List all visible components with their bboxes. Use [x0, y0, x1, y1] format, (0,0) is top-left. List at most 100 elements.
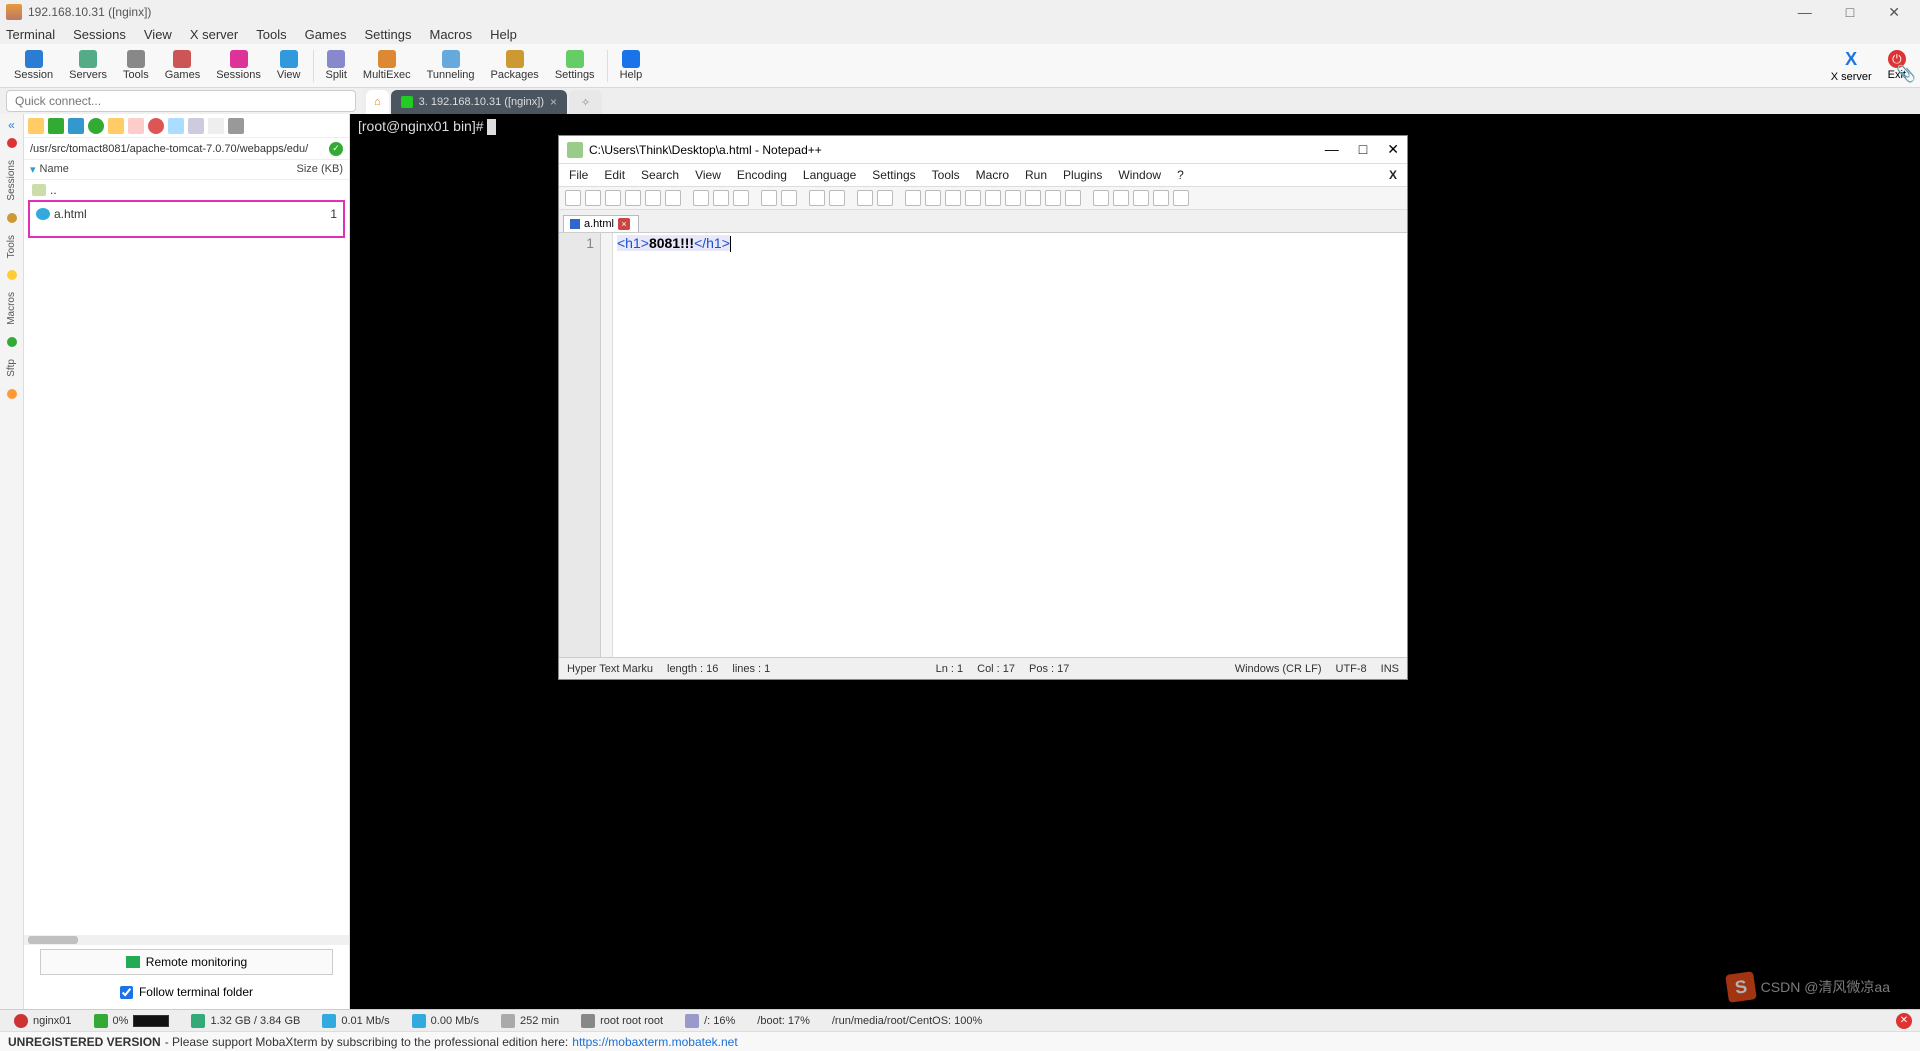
status-close-button[interactable]: ✕: [1896, 1013, 1912, 1029]
npp-allchars-icon[interactable]: [925, 190, 941, 206]
collapse-icon[interactable]: «: [8, 118, 15, 132]
npp-playmulti-icon[interactable]: [1153, 190, 1169, 206]
tool-view[interactable]: View: [269, 48, 309, 83]
minimize-button[interactable]: —: [1790, 2, 1820, 23]
quick-connect-input[interactable]: [6, 90, 356, 112]
npp-replace-icon[interactable]: [829, 190, 845, 206]
tool-servers[interactable]: Servers: [61, 48, 115, 83]
close-button[interactable]: ✕: [1880, 2, 1908, 23]
sidetab-tools[interactable]: Tools: [4, 229, 19, 264]
npp-cut-icon[interactable]: [693, 190, 709, 206]
npp-savemacro-icon[interactable]: [1173, 190, 1189, 206]
tool-packages[interactable]: Packages: [483, 48, 547, 83]
edit-icon[interactable]: [168, 118, 184, 134]
npp-new-icon[interactable]: [565, 190, 581, 206]
npp-menu-plugins[interactable]: Plugins: [1063, 168, 1102, 182]
npp-print-icon[interactable]: [665, 190, 681, 206]
props-icon[interactable]: [208, 118, 224, 134]
npp-docmap-icon[interactable]: [1005, 190, 1021, 206]
sidetab-sessions[interactable]: Sessions: [4, 154, 19, 207]
follow-terminal-checkbox[interactable]: Follow terminal folder: [40, 981, 333, 1003]
refresh-icon[interactable]: [88, 118, 104, 134]
menu-sessions[interactable]: Sessions: [73, 27, 126, 42]
menu-games[interactable]: Games: [305, 27, 347, 42]
menu-settings[interactable]: Settings: [365, 27, 412, 42]
npp-undo-icon[interactable]: [761, 190, 777, 206]
npp-save-icon[interactable]: [605, 190, 621, 206]
download-icon[interactable]: [48, 118, 64, 134]
tab-new[interactable]: ✧: [569, 90, 602, 114]
npp-userlang-icon[interactable]: [985, 190, 1001, 206]
npp-indent-icon[interactable]: [945, 190, 961, 206]
hscroll[interactable]: [24, 935, 349, 945]
npp-copy-icon[interactable]: [713, 190, 729, 206]
tab-home[interactable]: ⌂: [366, 90, 389, 114]
maximize-button[interactable]: □: [1838, 2, 1862, 23]
npp-menu-edit[interactable]: Edit: [604, 168, 625, 182]
folder-up-icon[interactable]: [28, 118, 44, 134]
menu-terminal[interactable]: Terminal: [6, 27, 55, 42]
menu-tools[interactable]: Tools: [256, 27, 286, 42]
npp-tab-close-icon[interactable]: ×: [618, 218, 630, 230]
menu-xserver[interactable]: X server: [190, 27, 238, 42]
scroll-thumb[interactable]: [28, 936, 78, 944]
tool-sessions[interactable]: Sessions: [208, 48, 269, 83]
npp-open-icon[interactable]: [585, 190, 601, 206]
remote-monitoring-button[interactable]: Remote monitoring: [40, 949, 333, 975]
view-icon[interactable]: [188, 118, 204, 134]
npp-close-icon[interactable]: [645, 190, 661, 206]
npp-menu-help[interactable]: ?: [1177, 168, 1184, 182]
sidetab-macros[interactable]: Macros: [4, 286, 19, 331]
npp-saveall-icon[interactable]: [625, 190, 641, 206]
file-row-parent[interactable]: ..: [28, 182, 345, 198]
npp-editor[interactable]: 1 <h1>8081!!!</h1>: [559, 232, 1407, 657]
code-area[interactable]: <h1>8081!!!</h1>: [613, 233, 1407, 657]
tool-multiexec[interactable]: MultiExec: [355, 48, 419, 83]
tool-xserver[interactable]: XX server: [1823, 47, 1880, 85]
footer-link[interactable]: https://mobaxterm.mobatek.net: [572, 1035, 737, 1049]
stop-icon[interactable]: [148, 118, 164, 134]
npp-record-icon[interactable]: [1093, 190, 1109, 206]
npp-menu-macro[interactable]: Macro: [976, 168, 1009, 182]
npp-redo-icon[interactable]: [781, 190, 797, 206]
npp-folder-icon[interactable]: [1045, 190, 1061, 206]
npp-menu-language[interactable]: Language: [803, 168, 856, 182]
npp-menu-run[interactable]: Run: [1025, 168, 1047, 182]
npp-wordwrap-icon[interactable]: [905, 190, 921, 206]
npp-play-icon[interactable]: [1133, 190, 1149, 206]
npp-menu-view[interactable]: View: [695, 168, 721, 182]
npp-menu-search[interactable]: Search: [641, 168, 679, 182]
col-name[interactable]: Name: [40, 163, 273, 176]
npp-minimize-button[interactable]: —: [1325, 141, 1339, 158]
sort-icon[interactable]: ▾: [30, 163, 36, 176]
npp-monitor-icon[interactable]: [1065, 190, 1081, 206]
notepadpp-window[interactable]: C:\Users\Think\Desktop\a.html - Notepad+…: [558, 135, 1408, 680]
tool-settings[interactable]: Settings: [547, 48, 603, 83]
npp-zoom-out-icon[interactable]: [877, 190, 893, 206]
npp-menu-tools[interactable]: Tools: [932, 168, 960, 182]
npp-maximize-button[interactable]: □: [1359, 141, 1367, 158]
npp-close-button[interactable]: ✕: [1387, 141, 1399, 158]
tool-session[interactable]: Session: [6, 48, 61, 83]
npp-menu-close-button[interactable]: X: [1389, 168, 1397, 182]
sidetab-sftp[interactable]: Sftp: [4, 353, 19, 383]
menu-macros[interactable]: Macros: [429, 27, 472, 42]
upload-icon[interactable]: [68, 118, 84, 134]
npp-titlebar[interactable]: C:\Users\Think\Desktop\a.html - Notepad+…: [559, 136, 1407, 164]
tool-tunneling[interactable]: Tunneling: [419, 48, 483, 83]
follow-checkbox[interactable]: [120, 986, 133, 999]
npp-tab-ahtml[interactable]: a.html ×: [563, 215, 639, 232]
tab-session-1[interactable]: 3. 192.168.10.31 ([nginx]) ×: [391, 90, 567, 114]
newfolder-icon[interactable]: [108, 118, 124, 134]
menu-help[interactable]: Help: [490, 27, 517, 42]
npp-funclist-icon[interactable]: [1025, 190, 1041, 206]
tool-split[interactable]: Split: [318, 48, 355, 83]
npp-menu-file[interactable]: File: [569, 168, 588, 182]
delete-icon[interactable]: [128, 118, 144, 134]
terminal-icon[interactable]: [228, 118, 244, 134]
npp-menu-settings[interactable]: Settings: [872, 168, 915, 182]
file-row[interactable]: a.html 1: [32, 206, 341, 222]
col-size[interactable]: Size (KB): [273, 163, 343, 176]
npp-menu-encoding[interactable]: Encoding: [737, 168, 787, 182]
npp-stop-icon[interactable]: [1113, 190, 1129, 206]
